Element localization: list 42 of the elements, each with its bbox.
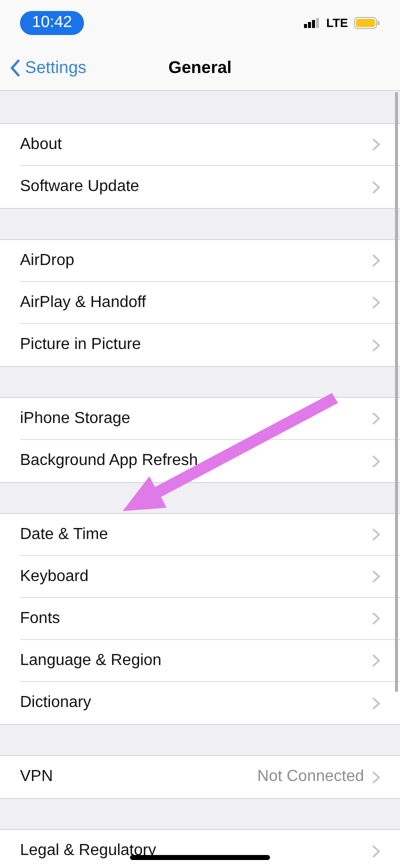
settings-row[interactable]: Dictionary (20, 682, 400, 724)
signal-icon (304, 18, 320, 28)
battery-icon (354, 16, 380, 28)
row-label: Fonts (20, 610, 60, 628)
back-chevron-icon (10, 58, 21, 76)
chevron-icon (372, 696, 380, 710)
chevron-icon (372, 412, 380, 425)
settings-row[interactable]: Legal & Regulatory (20, 830, 400, 864)
row-label: Background App Refresh (20, 452, 198, 470)
row-label: Dictionary (20, 694, 92, 712)
chevron-icon (372, 138, 380, 151)
settings-row[interactable]: Picture in Picture (20, 324, 400, 366)
chevron-icon (372, 180, 380, 194)
chevron-icon (372, 454, 380, 468)
row-label: AirDrop (20, 252, 74, 270)
network-label: LTE (326, 16, 348, 30)
time-pill: 10:42 (20, 10, 84, 34)
screen-title: General (168, 58, 232, 78)
row-label: Language & Region (20, 652, 162, 670)
chevron-icon (372, 528, 380, 541)
row-label: Software Update (20, 178, 140, 196)
row-label: AirPlay & Handoff (20, 294, 146, 312)
chevron-icon (372, 770, 380, 784)
row-value: Not Connected (257, 768, 364, 786)
row-label: VPN (20, 768, 53, 786)
chevron-icon (372, 844, 380, 858)
chevron-icon (372, 254, 380, 267)
chevron-icon (372, 612, 380, 625)
row-label: Date & Time (20, 526, 108, 544)
chevron-icon (372, 296, 380, 309)
row-label: Picture in Picture (20, 336, 141, 354)
back-link[interactable]: Settings (10, 58, 168, 78)
chevron-icon (372, 654, 380, 667)
settings-row[interactable]: VPN Not Connected (20, 756, 400, 798)
row-label: Keyboard (20, 568, 88, 586)
row-label: iPhone Storage (20, 410, 130, 428)
settings-row[interactable]: Background App Refresh (20, 440, 400, 482)
row-label: About (20, 136, 62, 154)
chevron-icon (372, 338, 380, 352)
row-label: Legal & Regulatory (20, 842, 156, 860)
chevron-icon (372, 570, 380, 583)
settings-row[interactable]: Software Update (20, 166, 400, 208)
